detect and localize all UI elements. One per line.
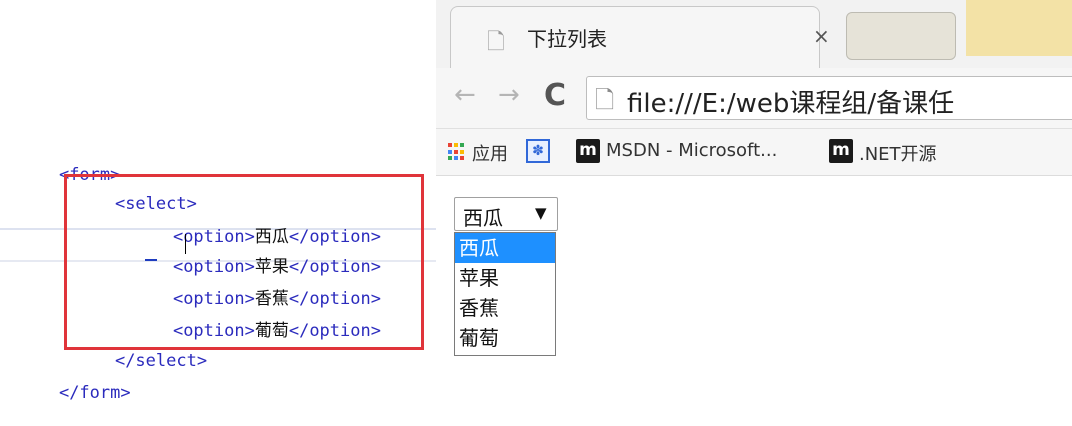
highlight-box [64,174,424,350]
tab-title: 下拉列表 [527,27,607,51]
new-tab-button[interactable] [846,12,956,60]
forward-arrow-icon[interactable]: → [498,80,520,110]
browser-toolbar: ← → C 🗋 file:///E:/web课程组/备课任 [436,68,1072,129]
code-line-form-open: <form> [18,142,120,185]
select-option-apple[interactable]: 苹果 [455,263,555,293]
paw-icon[interactable]: ✽ [526,139,550,163]
bookmark-msdn[interactable]: MSDN - Microsoft... [606,140,777,161]
code-tag: </form> [58,383,131,403]
select-value: 西瓜 [463,206,503,230]
m-icon: m [576,139,600,163]
dropdown-arrow-icon: ▼ [535,204,547,222]
select-option-banana[interactable]: 香蕉 [455,293,555,323]
select-options-list: 西瓜 苹果 香蕉 葡萄 [454,232,556,356]
tab-active[interactable]: 🗋 下拉列表 × [450,6,830,68]
url-text: file:///E:/web课程组/备课任 [627,89,955,119]
bookmark-apps[interactable]: 应用 [472,140,508,166]
apps-icon[interactable] [448,143,466,161]
fruit-select[interactable]: 西瓜 ▼ [454,197,558,231]
reload-icon[interactable]: C [544,78,566,113]
select-option-grape[interactable]: 葡萄 [455,323,555,353]
code-line-form-close: </form> [18,360,131,403]
close-icon[interactable]: × [813,24,830,48]
bookmark-dotnet[interactable]: .NET开源 [859,140,937,166]
select-option-watermelon[interactable]: 西瓜 [455,233,555,263]
code-editor: <form> <select> <option>西瓜</option> <opt… [0,0,440,403]
address-bar[interactable]: 🗋 file:///E:/web课程组/备课任 [586,76,1072,120]
m-icon: m [829,139,853,163]
page-icon: 🗋 [487,30,505,55]
page-icon: 🗋 [595,86,615,114]
tab-strip: 🗋 下拉列表 × [436,0,1072,68]
tab-strip-background [966,0,1072,56]
back-arrow-icon[interactable]: ← [454,80,476,110]
bookmarks-bar: 应用 ✽ m MSDN - Microsoft... m .NET开源 [436,129,1072,176]
